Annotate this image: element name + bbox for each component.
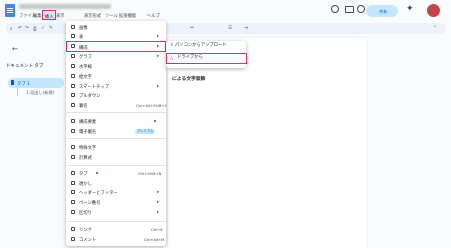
document-text: による文字装飾 [172, 77, 206, 82]
menu-view[interactable]: 表示 [56, 13, 65, 19]
menu-item-e-signature[interactable]: 電子署名 プレミアム [66, 126, 166, 136]
indent-icon[interactable]: ⇥ [244, 26, 248, 31]
dropdown-icon [71, 92, 75, 97]
bulleted-list-icon[interactable]: ☰ [228, 26, 232, 31]
menu-item-break[interactable]: 区切り ▸ [66, 207, 166, 217]
drive-icon: △ [170, 56, 174, 61]
signature-icon [71, 102, 75, 107]
menu-item-dropdown[interactable]: プルダウン [66, 90, 166, 100]
image-icon [71, 44, 75, 48]
page-number-icon [71, 199, 75, 204]
break-icon [71, 209, 75, 214]
pen-icon [71, 128, 75, 133]
menu-item-special-characters[interactable]: 特殊文字 [66, 142, 166, 152]
meet-icon[interactable] [357, 5, 365, 13]
watermark-icon [71, 180, 75, 185]
menu-tools[interactable]: ツール [105, 13, 118, 19]
emoji-icon [71, 73, 75, 78]
omega-icon [71, 144, 75, 149]
paint-format-icon[interactable]: ✎ [49, 26, 53, 31]
blocks-icon [71, 118, 75, 123]
chart-icon [71, 53, 75, 58]
menu-item-table[interactable]: 表 ▸ [66, 31, 166, 41]
menu-divider [66, 112, 166, 113]
spellcheck-icon[interactable]: ✓ [41, 26, 45, 31]
outline-indicator [17, 88, 18, 96]
image-icon [71, 24, 75, 29]
menu-divider [66, 221, 166, 222]
tab-1[interactable]: タブ 1 [8, 78, 64, 88]
outline-item[interactable]: 1.見出し(新規) [26, 90, 54, 96]
menu-item-building-blocks[interactable]: 構成要素 [66, 116, 166, 126]
menu-item-signature[interactable]: 署名 Ctrl+Alt+Shift+Y [66, 100, 167, 110]
menu-item-horizontal-line[interactable]: 水平線 [66, 61, 166, 71]
submenu-upload-from-computer[interactable]: ⇪ パソコンからアップロード [170, 43, 227, 48]
menu-extensions[interactable]: 拡張機能 [119, 13, 136, 19]
menu-item-emoji[interactable]: 絵文字 [66, 71, 166, 81]
menu-item-chart[interactable]: グラフ ▸ [66, 51, 166, 61]
menu-item-link[interactable]: リンク Ctrl+K [66, 224, 166, 234]
menu-item-tab[interactable]: タブ Ctrl+Shift+N [66, 168, 166, 178]
menu-format[interactable]: 表示形式 [84, 13, 101, 19]
pi-icon [71, 154, 75, 159]
chip-icon [71, 83, 75, 88]
collapse-toolbar-icon[interactable]: ⌃ [433, 26, 437, 31]
menu-edit[interactable]: 編集 [33, 13, 42, 19]
search-icon[interactable]: ⌕ [10, 26, 13, 32]
menu-help[interactable]: ヘルプ [147, 13, 160, 19]
upload-icon: ⇪ [170, 43, 174, 48]
comment-icon [71, 236, 75, 241]
new-dot-icon [154, 120, 156, 122]
document-tabs-title: ドキュメント タブ [6, 64, 44, 69]
menu-item-comment[interactable]: コメント Ctrl+Alt+M [66, 234, 166, 244]
tab-icon [11, 80, 14, 85]
comment-icon[interactable] [345, 6, 354, 13]
docs-logo-icon[interactable] [5, 4, 15, 17]
tab-icon [71, 170, 75, 175]
document-title[interactable] [19, 4, 111, 9]
print-icon[interactable]: ⎙ [33, 26, 37, 32]
menu-item-equation[interactable]: 計算式 [66, 152, 166, 162]
menu-item-page-numbers[interactable]: ページ番号 ▸ [66, 197, 166, 207]
table-icon [71, 33, 75, 38]
line-icon [71, 63, 75, 68]
avatar[interactable] [427, 4, 440, 17]
redo-icon[interactable]: ↷ [25, 26, 29, 31]
header-icon [71, 189, 75, 194]
menu-divider [66, 138, 166, 139]
share-button[interactable]: 共有 [366, 5, 398, 17]
new-dot-icon [96, 172, 98, 174]
link-icon [71, 226, 75, 231]
menu-item-header-footer[interactable]: ヘッダーとフッター ▸ [66, 187, 166, 197]
menu-divider [66, 165, 166, 166]
undo-icon[interactable]: ↶ [18, 26, 22, 31]
gemini-icon[interactable]: ✦ [406, 4, 414, 14]
link-icon[interactable]: ⚯ [190, 26, 194, 31]
document-page[interactable] [168, 38, 367, 248]
menu-item-composition[interactable]: 構成 ▸ [66, 42, 166, 52]
history-icon[interactable] [331, 5, 339, 13]
submenu-from-drive[interactable]: ドライブから [177, 55, 203, 60]
back-arrow-icon[interactable]: ← [12, 45, 18, 53]
menu-insert[interactable]: 挿入 [42, 10, 56, 20]
